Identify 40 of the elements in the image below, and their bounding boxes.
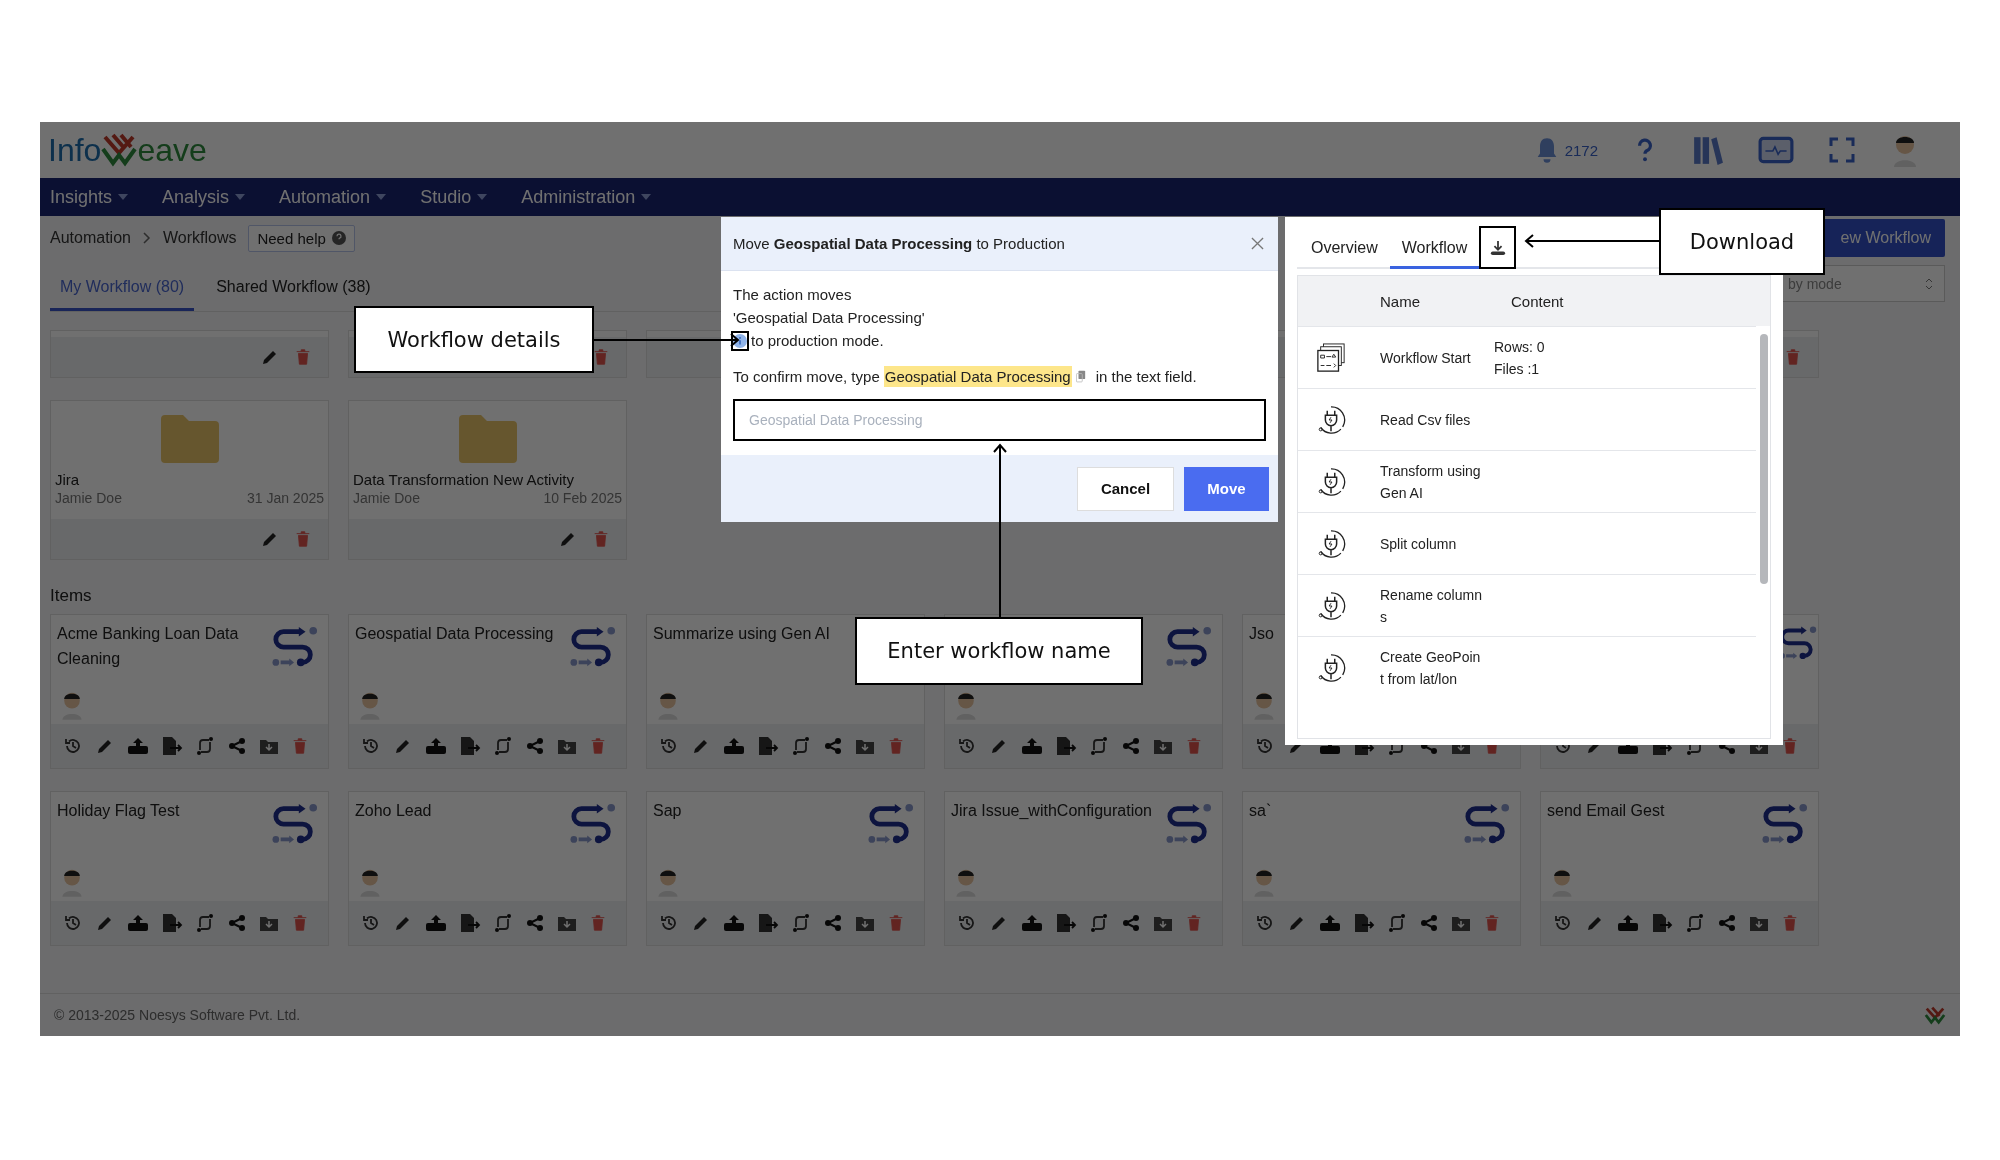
- workflow-title: send Email Gest: [1547, 801, 1666, 821]
- section-heading: Items: [50, 586, 92, 606]
- workflow-title: sa`: [1249, 801, 1273, 821]
- step-name: Rename columns: [1380, 585, 1483, 627]
- callout-tooltip: Enter workflow name: [855, 617, 1143, 685]
- step-content: Files :1: [1494, 359, 1541, 379]
- workflow-title: Sap: [653, 801, 683, 821]
- workflow-title: Geospatial Data Processing: [355, 624, 555, 644]
- step-name: Read Csv files: [1380, 410, 1472, 430]
- workflow-title: Summarize using Gen AI: [653, 624, 831, 644]
- folder-owner: Jamie Doe: [353, 490, 420, 506]
- workflow-title: Jso: [1249, 624, 1275, 644]
- dialog-message: 'Geospatial Data Processing': [733, 308, 926, 328]
- step-name: Split column: [1380, 534, 1458, 554]
- copyright-text: © 2013-2025 Noesys Software Pvt. Ltd.: [54, 1007, 301, 1023]
- confirm-instruction: To confirm move, type: [733, 368, 880, 385]
- highlighted-name: Geospatial Data Processing: [883, 366, 1072, 387]
- workflow-title: Acme Banking Loan Data Cleaning: [57, 624, 240, 669]
- step-content: Rows: 0: [1494, 337, 1545, 357]
- workflow-title: Holiday Flag Test: [57, 801, 181, 821]
- column-header: Content: [1511, 292, 1564, 310]
- step-name: Workflow Start: [1380, 348, 1472, 368]
- folder-date: 10 Feb 2025: [543, 490, 622, 506]
- logo-text: eave: [137, 131, 207, 169]
- confirm-instruction: in the text field.: [1095, 368, 1197, 385]
- callout-tooltip: Download: [1659, 208, 1825, 275]
- dialog-message: The action moves: [733, 285, 853, 305]
- dialog-message: to production mode.: [751, 331, 884, 351]
- column-header: Name: [1380, 292, 1421, 310]
- callout-tooltip: Workflow details: [354, 306, 594, 373]
- folder-date: 31 Jan 2025: [246, 490, 324, 506]
- step-name: Transform using Gen AI: [1380, 461, 1482, 503]
- dialog-title: Move Geospatial Data Processing to Production: [733, 235, 1065, 252]
- workflow-title: Jira Issue_withConfiguration: [951, 801, 1153, 821]
- workflow-title: Zoho Lead: [355, 801, 433, 821]
- logo-text: Info: [48, 131, 102, 169]
- folder-name: Data Transformation New Activity: [352, 470, 575, 488]
- folder-name: Jira: [54, 470, 81, 488]
- folder-owner: Jamie Doe: [55, 490, 122, 506]
- step-name: Create GeoPoint from lat/lon: [1380, 647, 1482, 689]
